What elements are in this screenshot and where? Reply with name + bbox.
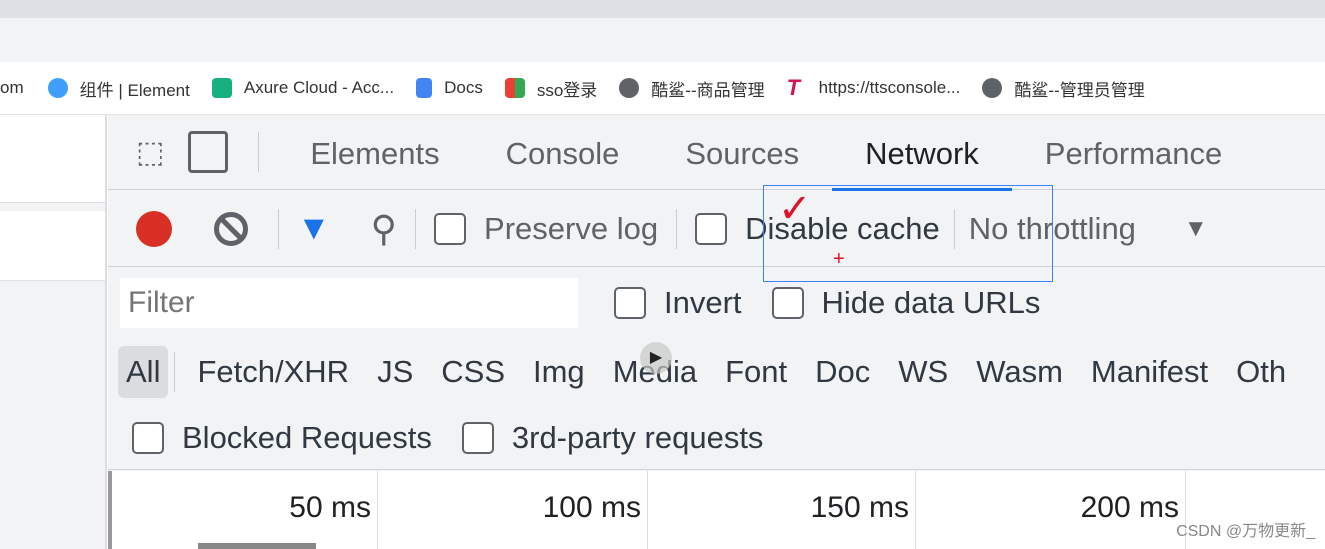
devtools-panel: ⬚ Elements Console Sources Network Perfo… — [108, 115, 1325, 549]
filter-icon[interactable]: ▼ — [297, 209, 331, 248]
bookmark-docs[interactable]: Docs — [416, 78, 483, 98]
bookmark-0[interactable]: om — [0, 78, 24, 98]
inspect-icon[interactable]: ⬚ — [136, 135, 164, 170]
invert-checkbox[interactable] — [614, 287, 646, 319]
bookmarks-bar: om 组件 | Element Axure Cloud - Acc... Doc… — [0, 62, 1325, 115]
bookmark-element[interactable]: 组件 | Element — [47, 76, 190, 101]
chevron-down-icon[interactable]: ▼ — [1184, 215, 1208, 243]
type-other[interactable]: Oth — [1222, 354, 1300, 390]
tab-console[interactable]: Console — [473, 115, 653, 190]
clear-icon[interactable] — [214, 211, 248, 246]
type-js[interactable]: JS — [363, 354, 427, 390]
invert-label: Invert — [664, 285, 742, 320]
preserve-log-label: Preserve log — [484, 210, 659, 246]
preserve-log-checkbox[interactable] — [434, 212, 467, 245]
type-css[interactable]: CSS — [427, 354, 519, 390]
docs-icon — [416, 78, 433, 98]
devtools-tabs: ⬚ Elements Console Sources Network Perfo… — [108, 115, 1325, 191]
request-filters: Blocked Requests 3rd-party requests — [108, 406, 1325, 470]
device-toggle-icon[interactable] — [188, 131, 229, 173]
tick-100ms: 100 ms — [378, 471, 648, 549]
globe-icon — [982, 78, 1003, 98]
checkmark-annotation: ✓ — [778, 187, 812, 231]
tab-sources[interactable]: Sources — [652, 115, 832, 190]
type-img[interactable]: Img — [519, 354, 599, 390]
type-fetch-xhr[interactable]: Fetch/XHR — [183, 354, 363, 390]
tick-200ms: 200 ms — [916, 471, 1186, 549]
element-icon — [47, 78, 68, 98]
globe-icon — [619, 78, 640, 98]
bookmark-axure[interactable]: Axure Cloud - Acc... — [211, 78, 394, 98]
tab-network[interactable]: Network — [832, 115, 1012, 191]
address-bar-area — [0, 18, 1325, 62]
watermark: CSDN @万物更新_ — [1176, 523, 1315, 540]
hide-data-urls-label: Hide data URLs — [821, 285, 1041, 320]
tick-50ms: 50 ms — [112, 471, 378, 549]
type-manifest[interactable]: Manifest — [1077, 354, 1222, 390]
blocked-requests-checkbox[interactable] — [132, 421, 164, 454]
page-content — [0, 115, 107, 549]
type-font[interactable]: Font — [711, 354, 801, 390]
type-wasm[interactable]: Wasm — [962, 354, 1077, 390]
disable-cache-checkbox[interactable] — [695, 212, 728, 245]
filter-row: Invert Hide data URLs — [108, 268, 1325, 338]
timeline-overview[interactable]: 50 ms 100 ms 150 ms 200 ms — [108, 471, 1325, 549]
type-doc[interactable]: Doc — [801, 354, 884, 390]
network-toolbar: ▼ ⚲ Preserve log Disable cache No thrott… — [108, 191, 1325, 267]
blocked-requests-label: Blocked Requests — [182, 419, 432, 455]
bookmark-admin[interactable]: 酷鲨--管理员管理 — [982, 76, 1145, 101]
cursor-icon: + — [833, 248, 845, 270]
axure-icon — [211, 78, 232, 98]
hide-data-urls-checkbox[interactable] — [771, 287, 804, 319]
record-icon[interactable] — [136, 210, 172, 247]
type-all[interactable]: All — [118, 346, 169, 398]
sso-icon — [504, 78, 525, 98]
third-party-checkbox[interactable] — [461, 421, 494, 454]
filter-input[interactable] — [120, 278, 578, 328]
request-bar — [198, 543, 316, 549]
tab-performance[interactable]: Performance — [1012, 115, 1255, 190]
bookmark-sso[interactable]: sso登录 — [504, 76, 597, 101]
resource-type-filters: All Fetch/XHR JS CSS Img Media Font Doc … — [108, 338, 1325, 406]
bookmark-tts[interactable]: Thttps://ttsconsole... — [786, 75, 961, 100]
tick-150ms: 150 ms — [648, 471, 916, 549]
third-party-label: 3rd-party requests — [511, 419, 764, 455]
search-icon[interactable]: ⚲ — [371, 208, 397, 250]
play-icon: ▶ — [640, 342, 672, 374]
tts-icon: T — [786, 75, 801, 100]
title-bar — [0, 0, 1325, 18]
type-ws[interactable]: WS — [884, 354, 962, 390]
tab-elements[interactable]: Elements — [277, 115, 472, 190]
bookmark-goods[interactable]: 酷鲨--商品管理 — [619, 76, 765, 101]
